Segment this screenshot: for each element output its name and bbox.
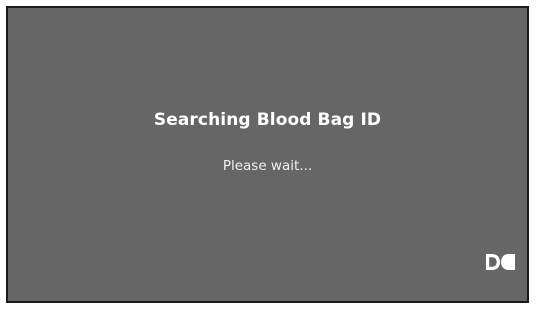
- brand-logo-icon: [486, 254, 515, 270]
- loading-message: Please wait...: [222, 158, 313, 174]
- loading-screen: Searching Blood Bag ID Please wait...: [6, 6, 529, 303]
- loading-title: Searching Blood Bag ID: [153, 110, 382, 130]
